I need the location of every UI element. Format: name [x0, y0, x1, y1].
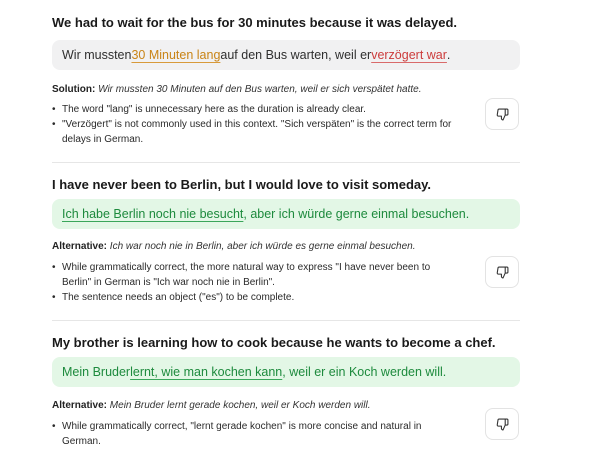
notes-3: While grammatically correct, "lernt gera… — [52, 419, 472, 449]
divider — [52, 320, 520, 321]
prompt-text: My brother is learning how to cook becau… — [52, 335, 496, 350]
user-answer: Wir mussten 30 Minuten lang auf den Bus … — [52, 40, 520, 70]
alternative-text: Mein Bruder lernt gerade kochen, weil er… — [109, 400, 371, 411]
answer-text: , weil er ein Koch werden will. — [282, 365, 447, 379]
answer-text: auf den Bus warten, weil er — [220, 48, 372, 62]
solution-line-3: Alternative: Mein Bruder lernt gerade ko… — [52, 400, 520, 411]
user-answer: Ich habe Berlin noch nie besucht, aber i… — [52, 199, 520, 229]
notes-2: While grammatically correct, the more na… — [52, 260, 472, 305]
highlight-alternative: lernt, wie man kochen kann — [130, 365, 283, 379]
alternative-label: Alternative: — [52, 241, 108, 252]
feedback-button-1[interactable] — [485, 98, 519, 130]
answer-box-2: Ich habe Berlin noch nie besucht, aber i… — [52, 199, 520, 229]
alternative-label: Alternative: — [52, 400, 108, 411]
alternative-text: Ich war noch nie in Berlin, aber ich wür… — [109, 241, 416, 252]
exercise-2: I have never been to Berlin, but I would… — [52, 177, 520, 192]
answer-text: , aber ich würde gerne einmal besuchen. — [243, 207, 470, 221]
answer-text: Mein Bruder — [62, 365, 131, 379]
answer-text: . — [446, 48, 451, 62]
highlight-unnecessary: 30 Minuten lang — [131, 48, 221, 62]
solution-line-2: Alternative: Ich war noch nie in Berlin,… — [52, 241, 520, 252]
answer-box-1: Wir mussten 30 Minuten lang auf den Bus … — [52, 40, 520, 70]
user-answer: Mein Bruder lernt, wie man kochen kann, … — [52, 357, 520, 387]
notes-1: The word "lang" is unnecessary here as t… — [52, 102, 472, 147]
note-item: "Verzögert" is not commonly used in this… — [52, 117, 472, 132]
thumbs-down-icon — [496, 418, 508, 430]
answer-text: Wir mussten — [62, 48, 132, 62]
note-item: The word "lang" is unnecessary here as t… — [52, 102, 472, 117]
exercise-3: My brother is learning how to cook becau… — [52, 335, 520, 350]
answer-box-3: Mein Bruder lernt, wie man kochen kann, … — [52, 357, 520, 387]
highlight-error: verzögert war — [371, 48, 447, 62]
note-item: German. — [62, 436, 101, 447]
note-item: delays in German. — [62, 134, 144, 145]
solution-line-1: Solution: Wir mussten 30 Minuten auf den… — [52, 84, 520, 95]
feedback-button-3[interactable] — [485, 408, 519, 440]
exercise-1: We had to wait for the bus for 30 minute… — [52, 15, 520, 30]
highlight-alternative: Ich habe Berlin noch nie besucht — [62, 207, 244, 221]
note-item: Berlin" in German is "Ich war noch nie i… — [62, 277, 275, 288]
thumbs-down-icon — [496, 108, 508, 120]
solution-label: Solution: — [52, 84, 96, 95]
note-item: The sentence needs an object ("es") to b… — [52, 290, 472, 305]
prompt-text: We had to wait for the bus for 30 minute… — [52, 15, 458, 30]
feedback-button-2[interactable] — [485, 256, 519, 288]
note-item: While grammatically correct, "lernt gera… — [52, 419, 472, 434]
prompt-text: I have never been to Berlin, but I would… — [52, 177, 432, 192]
divider — [52, 162, 520, 163]
thumbs-down-icon — [496, 266, 508, 278]
note-item: While grammatically correct, the more na… — [52, 260, 472, 275]
solution-text: Wir mussten 30 Minuten auf den Bus warte… — [98, 84, 422, 95]
